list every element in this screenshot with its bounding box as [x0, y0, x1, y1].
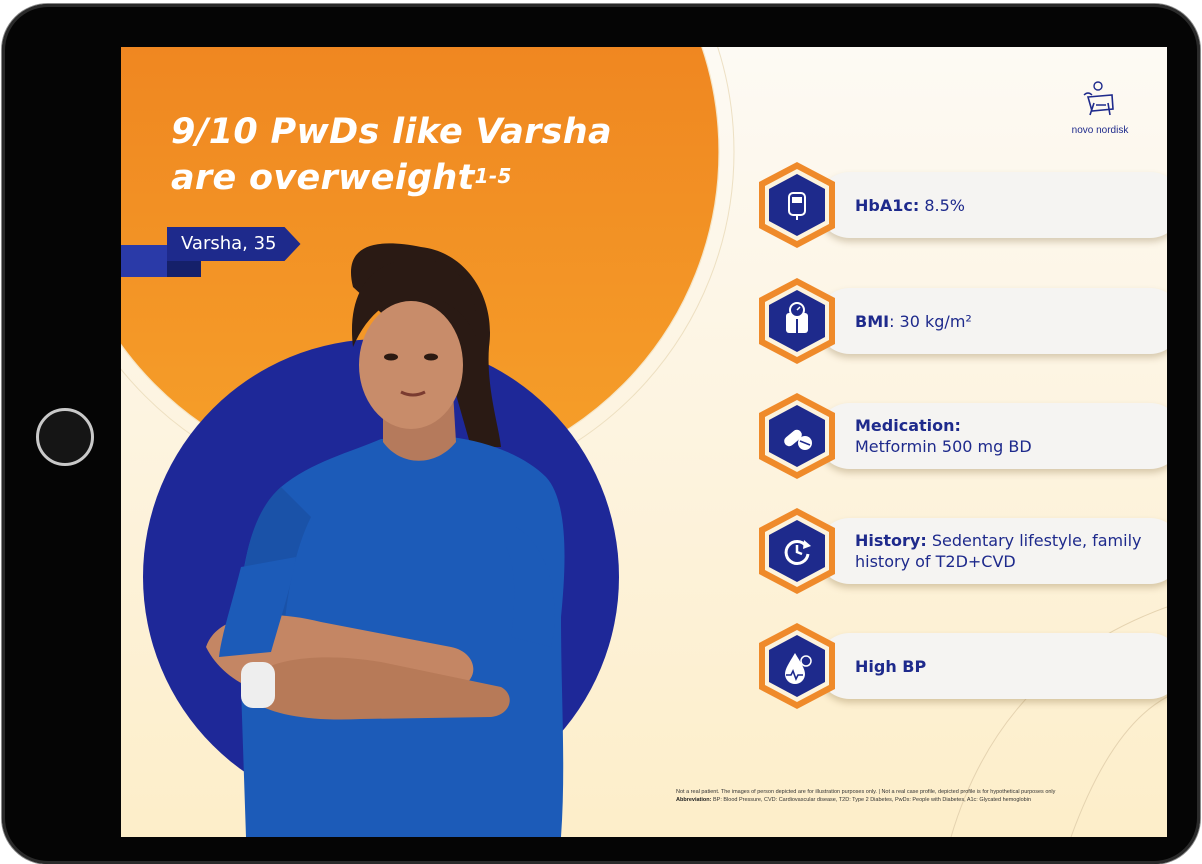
headline-line2-wrap: are overweight1-5 — [171, 155, 651, 201]
card-label: Medication: — [855, 416, 961, 435]
footnote-abbrev-text: BP: Blood Pressure, CVD: Cardiovascular … — [711, 797, 1032, 803]
name-ribbon-fold — [167, 261, 201, 277]
name-tag: Varsha, 35 — [167, 227, 301, 261]
card-line: BMI: 30 kg/m² — [855, 311, 1155, 332]
tablet-frame: 9/10 PwDs like Varsha are overweight1-5 … — [2, 4, 1200, 864]
card-value: Metformin 500 mg BD — [855, 437, 1032, 456]
card-text: Medication: Metformin 500 mg BD — [855, 391, 1155, 481]
footnote-abbrev-label: Abbreviation: — [676, 797, 712, 803]
card-hexagon — [759, 162, 835, 248]
card-hexagon — [759, 393, 835, 479]
headline-superscript: 1-5 — [474, 164, 512, 188]
card-label: History: — [855, 531, 927, 550]
card-hexagon — [759, 278, 835, 364]
card-label: HbA1c: — [855, 195, 920, 215]
apis-bull-logo-icon — [1083, 81, 1114, 116]
slide-screen: 9/10 PwDs like Varsha are overweight1-5 … — [121, 47, 1167, 837]
card-text: BMI: 30 kg/m² — [855, 276, 1155, 366]
card-line: High BP — [855, 656, 1155, 677]
card-line: Medication: — [855, 415, 1155, 436]
home-button[interactable] — [36, 408, 94, 466]
card-hexagon — [759, 508, 835, 594]
brand-logo: novo nordisk — [1065, 81, 1135, 136]
card-text: History: Sedentary lifestyle, family his… — [855, 506, 1155, 596]
card-line: HbA1c: 8.5% — [855, 195, 1155, 216]
card-text: High BP — [855, 621, 1155, 711]
headline: 9/10 PwDs like Varsha are overweight1-5 — [171, 109, 651, 201]
card-value: 8.5% — [919, 195, 965, 215]
card-text: HbA1c: 8.5% — [855, 160, 1155, 250]
card-label: High BP — [855, 656, 927, 676]
footnote: Not a real patient. The images of person… — [676, 788, 1156, 804]
headline-line1: 9/10 PwDs like Varsha — [171, 112, 612, 152]
footnote-abbreviations: Abbreviation: BP: Blood Pressure, CVD: C… — [676, 796, 1156, 804]
card-line: History: Sedentary lifestyle, family his… — [855, 530, 1155, 572]
card-value: : 30 kg/m² — [889, 311, 972, 331]
footnote-disclaimer: Not a real patient. The images of person… — [676, 789, 1056, 795]
card-label: BMI — [855, 311, 890, 331]
card-hexagon — [759, 623, 835, 709]
headline-line2: are overweight — [171, 158, 475, 198]
brand-name: novo nordisk — [1071, 125, 1129, 136]
